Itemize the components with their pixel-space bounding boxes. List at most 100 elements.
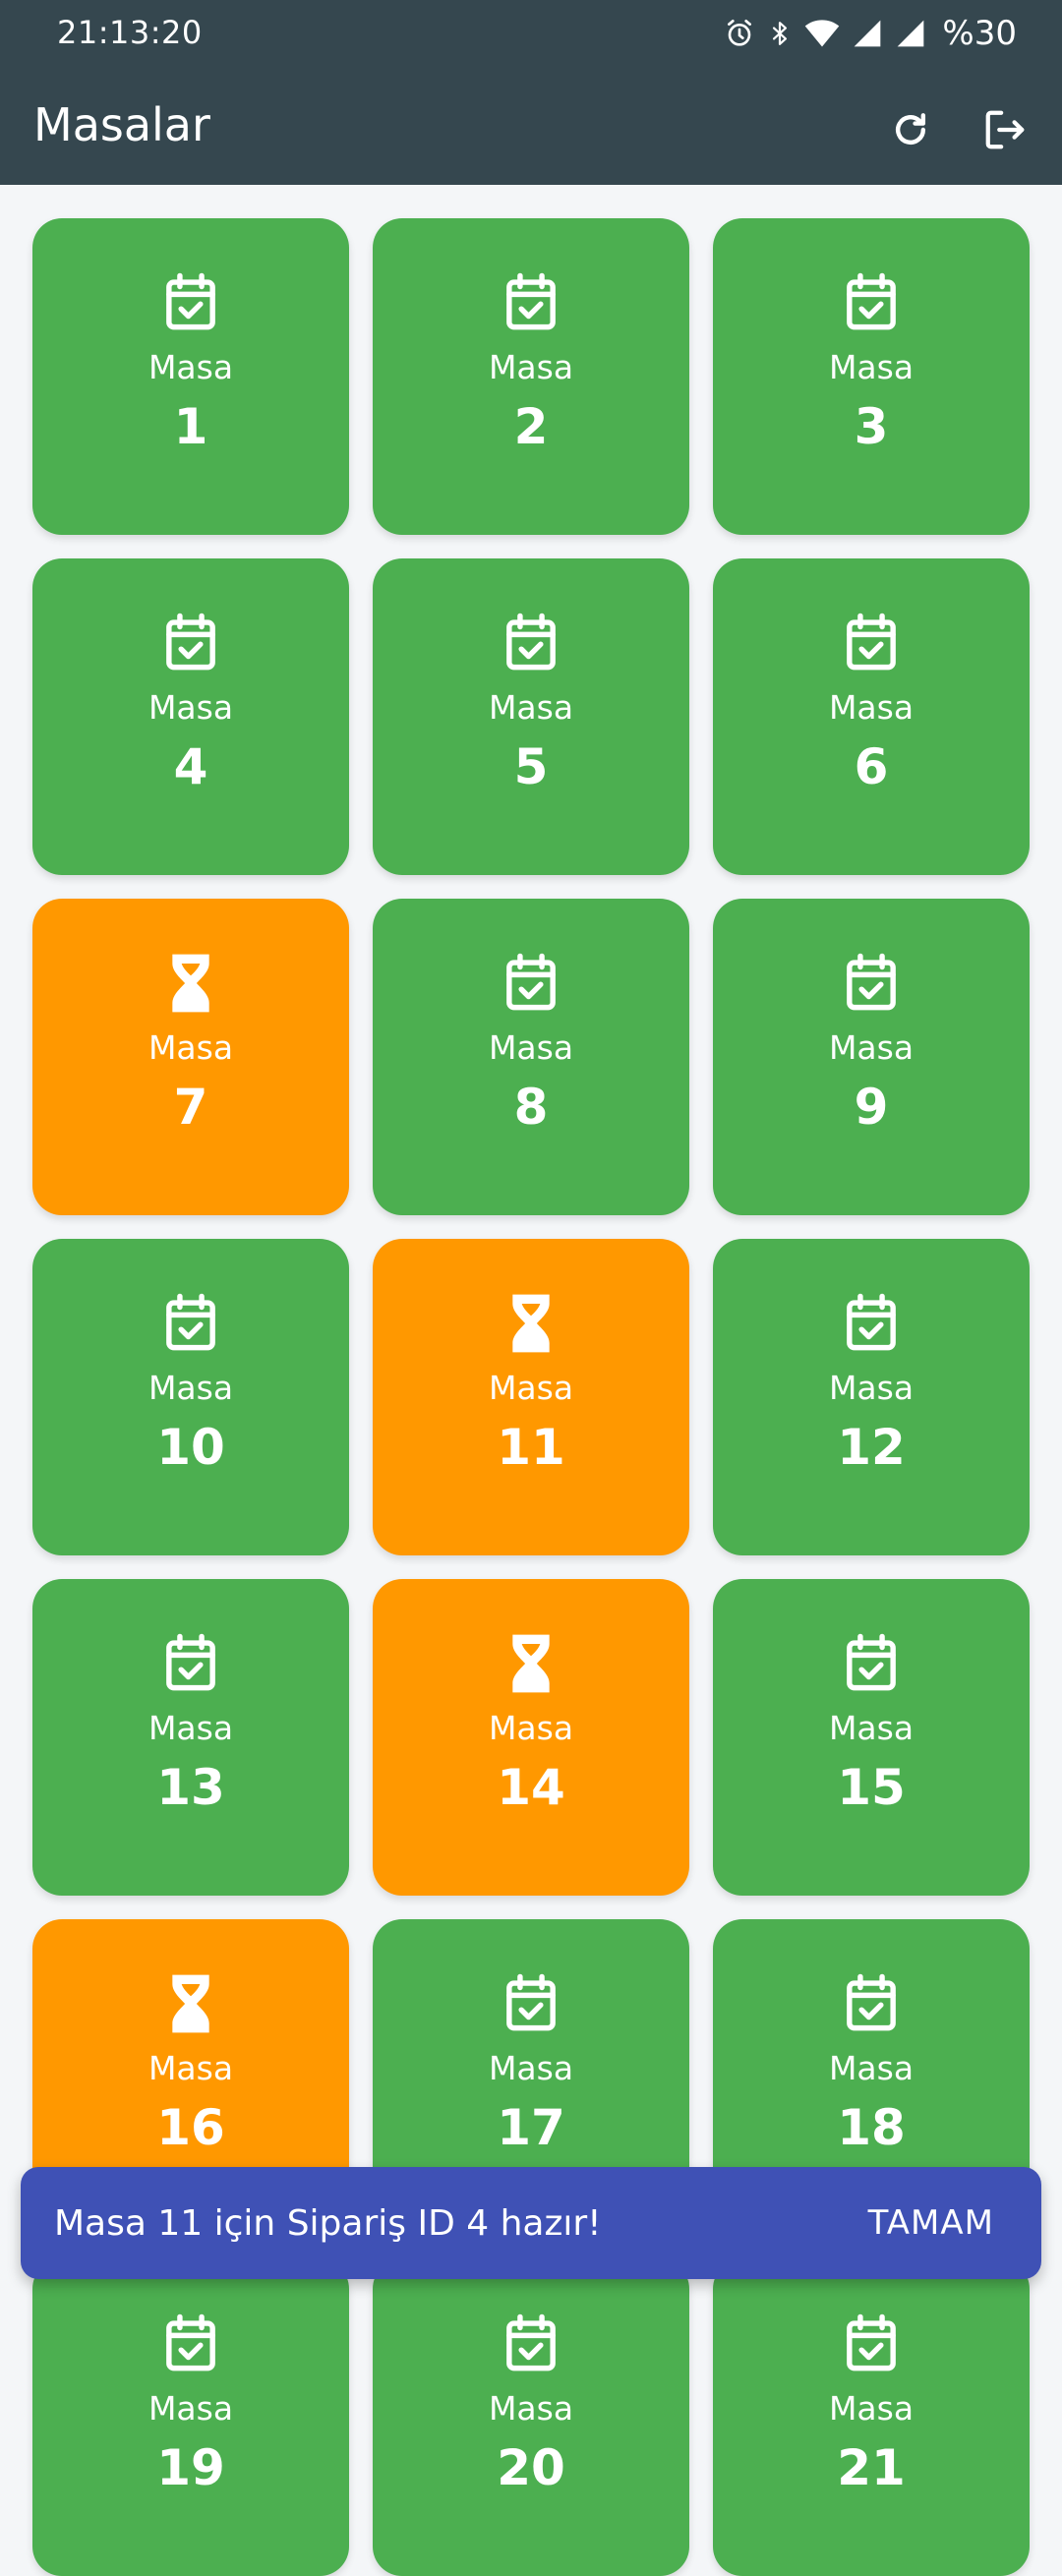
table-label: Masa	[828, 1369, 914, 1407]
table-number: 9	[854, 1079, 889, 1136]
table-label: Masa	[488, 348, 574, 386]
battery-level: %30	[942, 14, 1017, 53]
calendar-check-icon	[157, 2311, 224, 2377]
table-card[interactable]: Masa 3	[713, 218, 1030, 535]
calendar-check-icon	[157, 1630, 224, 1697]
snackbar-ok-button[interactable]: TAMAM	[868, 2203, 994, 2243]
hourglass-icon	[498, 1290, 564, 1357]
calendar-check-icon	[498, 2311, 564, 2377]
table-number: 2	[513, 398, 549, 455]
calendar-check-icon	[838, 1970, 905, 2037]
table-number: 13	[156, 1759, 225, 1816]
logout-button[interactable]	[968, 92, 1042, 167]
status-bar: 21:13:20 %30	[0, 0, 1062, 65]
app-header: 21:13:20 %30 Masalar	[0, 0, 1062, 185]
calendar-check-icon	[157, 269, 224, 336]
calendar-check-icon	[838, 610, 905, 676]
hourglass-icon	[157, 1970, 224, 2037]
calendar-check-icon	[838, 1290, 905, 1357]
table-card[interactable]: Masa 2	[373, 218, 689, 535]
calendar-check-icon	[157, 610, 224, 676]
table-label: Masa	[488, 1028, 574, 1067]
table-card[interactable]: Masa 6	[713, 558, 1030, 875]
refresh-button[interactable]	[873, 92, 948, 167]
table-label: Masa	[828, 2049, 914, 2087]
table-card[interactable]: Masa 7	[32, 899, 349, 1215]
table-number: 18	[837, 2099, 906, 2156]
snackbar-message: Masa 11 için Sipariş ID 4 hazır!	[54, 2202, 602, 2244]
status-icons: %30	[724, 12, 1017, 55]
table-label: Masa	[148, 1709, 234, 1747]
table-label: Masa	[148, 2389, 234, 2428]
calendar-check-icon	[498, 1970, 564, 2037]
alarm-icon	[724, 18, 755, 49]
appbar-actions	[873, 92, 1042, 167]
page-title: Masalar	[33, 98, 210, 151]
logout-icon	[982, 107, 1028, 152]
signal-icon	[852, 18, 883, 49]
calendar-check-icon	[838, 269, 905, 336]
table-label: Masa	[148, 1369, 234, 1407]
table-label: Masa	[488, 2389, 574, 2428]
bluetooth-icon	[767, 18, 793, 49]
table-number: 10	[156, 1419, 225, 1476]
table-number: 8	[513, 1079, 549, 1136]
table-label: Masa	[828, 348, 914, 386]
calendar-check-icon	[838, 1630, 905, 1697]
table-card[interactable]: Masa 8	[373, 899, 689, 1215]
table-card[interactable]: Masa 20	[373, 2259, 689, 2576]
calendar-check-icon	[498, 610, 564, 676]
table-number: 11	[497, 1419, 565, 1476]
table-number: 14	[497, 1759, 565, 1816]
snackbar: Masa 11 için Sipariş ID 4 hazır! TAMAM	[21, 2167, 1041, 2279]
status-time: 21:13:20	[57, 14, 203, 51]
table-label: Masa	[488, 2049, 574, 2087]
table-label: Masa	[148, 2049, 234, 2087]
table-number: 4	[173, 738, 208, 795]
table-card[interactable]: Masa 14	[373, 1579, 689, 1896]
table-number: 21	[837, 2439, 906, 2496]
refresh-icon	[889, 108, 932, 151]
table-number: 15	[837, 1759, 906, 1816]
calendar-check-icon	[498, 269, 564, 336]
table-number: 17	[497, 2099, 565, 2156]
table-label: Masa	[828, 1028, 914, 1067]
table-card[interactable]: Masa 19	[32, 2259, 349, 2576]
hourglass-icon	[157, 950, 224, 1017]
table-label: Masa	[828, 2389, 914, 2428]
calendar-check-icon	[838, 950, 905, 1017]
calendar-check-icon	[838, 2311, 905, 2377]
table-card[interactable]: Masa 15	[713, 1579, 1030, 1896]
table-label: Masa	[828, 688, 914, 727]
table-card[interactable]: Masa 9	[713, 899, 1030, 1215]
table-label: Masa	[488, 1709, 574, 1747]
table-number: 6	[854, 738, 889, 795]
table-card[interactable]: Masa 13	[32, 1579, 349, 1896]
table-card[interactable]: Masa 5	[373, 558, 689, 875]
hourglass-icon	[498, 1630, 564, 1697]
table-number: 3	[854, 398, 889, 455]
table-card[interactable]: Masa 11	[373, 1239, 689, 1555]
table-number: 5	[513, 738, 549, 795]
calendar-check-icon	[498, 950, 564, 1017]
table-label: Masa	[148, 1028, 234, 1067]
table-label: Masa	[828, 1709, 914, 1747]
table-number: 1	[173, 398, 208, 455]
table-card[interactable]: Masa 21	[713, 2259, 1030, 2576]
table-card[interactable]: Masa 12	[713, 1239, 1030, 1555]
table-number: 7	[173, 1079, 208, 1136]
table-card[interactable]: Masa 10	[32, 1239, 349, 1555]
table-label: Masa	[488, 1369, 574, 1407]
table-number: 16	[156, 2099, 225, 2156]
table-label: Masa	[148, 688, 234, 727]
table-number: 19	[156, 2439, 225, 2496]
table-label: Masa	[488, 688, 574, 727]
wifi-icon	[804, 18, 840, 49]
table-label: Masa	[148, 348, 234, 386]
table-number: 20	[497, 2439, 565, 2496]
signal-icon	[895, 18, 926, 49]
table-number: 12	[837, 1419, 906, 1476]
calendar-check-icon	[157, 1290, 224, 1357]
table-card[interactable]: Masa 1	[32, 218, 349, 535]
table-card[interactable]: Masa 4	[32, 558, 349, 875]
